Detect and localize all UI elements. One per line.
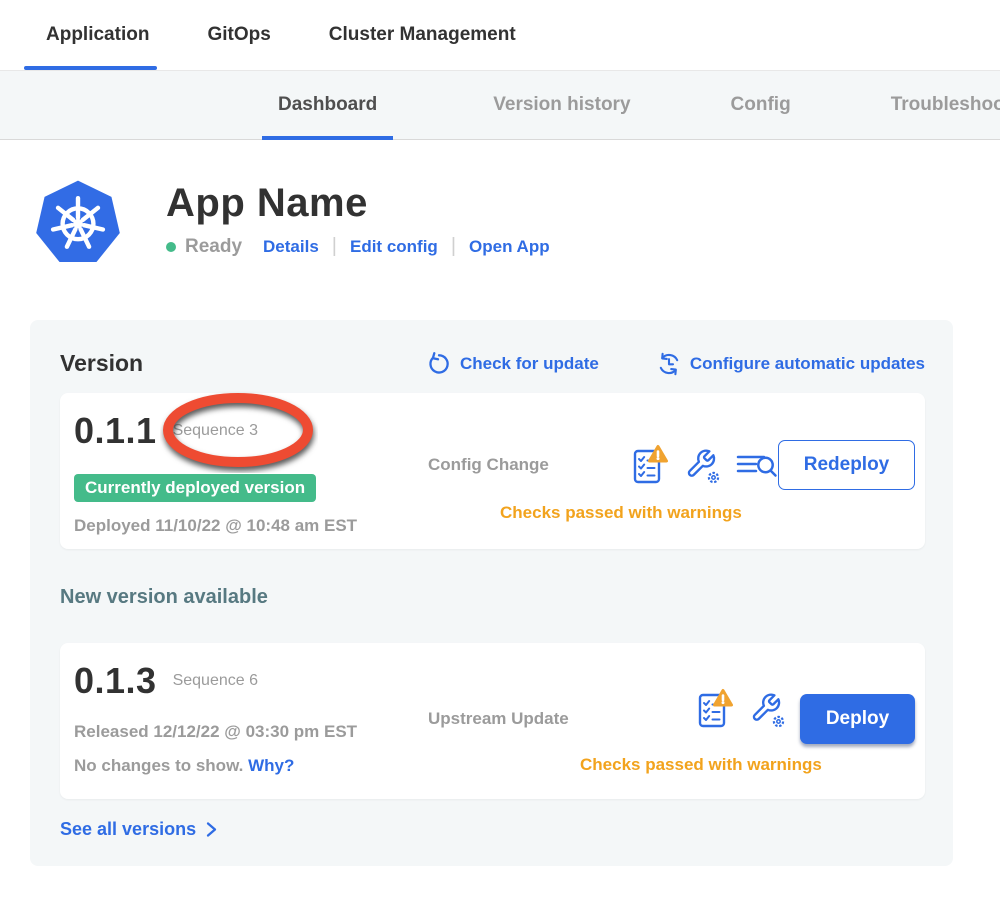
tab-troubleshoot[interactable]: Troubleshoot (891, 71, 1000, 139)
new-version-heading: New version available (60, 586, 925, 609)
page-title: App Name (166, 180, 550, 226)
nav-tab-cluster-management[interactable]: Cluster Management (323, 0, 522, 70)
version-source-label: Upstream Update (428, 709, 569, 729)
check-for-update-label: Check for update (460, 354, 599, 374)
preflight-result-text: Checks passed with warnings (500, 503, 742, 523)
currently-deployed-badge: Currently deployed version (74, 474, 316, 502)
nav-tab-application[interactable]: Application (40, 0, 155, 70)
kubernetes-logo-icon (34, 178, 122, 266)
see-all-versions-link[interactable]: See all versions (60, 819, 925, 840)
refresh-icon (427, 352, 451, 376)
edit-config-link[interactable]: Edit config (350, 237, 438, 257)
divider: | (451, 235, 456, 258)
configure-automatic-updates-link[interactable]: Configure automatic updates (657, 352, 925, 376)
current-version-number: 0.1.1 (74, 407, 157, 455)
current-version-sequence: Sequence 3 (173, 422, 258, 440)
see-all-versions-label: See all versions (60, 819, 196, 840)
config-wrench-icon[interactable] (682, 444, 722, 486)
check-for-update-link[interactable]: Check for update (427, 352, 599, 376)
version-section-title: Version (60, 350, 143, 377)
preflight-result-text: Checks passed with warnings (580, 755, 822, 775)
redeploy-button[interactable]: Redeploy (778, 440, 915, 490)
version-source-label: Config Change (428, 455, 549, 475)
status-badge: Ready (185, 236, 242, 258)
scheduled-update-icon (657, 352, 681, 376)
available-version-number: 0.1.3 (74, 657, 157, 705)
divider: | (332, 235, 337, 258)
status-dot-icon (166, 242, 176, 252)
version-panel: Version Check for update (30, 320, 953, 866)
tab-version-history[interactable]: Version history (493, 71, 630, 139)
primary-nav: Application GitOps Cluster Management (0, 0, 1000, 70)
details-link[interactable]: Details (263, 237, 319, 257)
nav-tab-gitops[interactable]: GitOps (201, 0, 276, 70)
config-wrench-icon[interactable] (747, 688, 787, 730)
preflight-checks-icon[interactable] (697, 687, 734, 730)
preflight-checks-icon[interactable] (632, 443, 669, 486)
diff-view-icon[interactable] (735, 449, 778, 481)
configure-automatic-updates-label: Configure automatic updates (690, 354, 925, 374)
no-changes-text: No changes to show. (74, 756, 243, 775)
app-sub-nav: Dashboard Version history Config Trouble… (0, 70, 1000, 140)
tab-dashboard[interactable]: Dashboard (262, 71, 393, 139)
current-version-card: 0.1.1 Sequence 3 Currently deployed vers… (60, 393, 925, 549)
chevron-right-icon (204, 821, 219, 838)
available-version-sequence: Sequence 6 (173, 672, 258, 690)
open-app-link[interactable]: Open App (469, 237, 550, 257)
why-link[interactable]: Why? (248, 756, 294, 775)
deploy-button[interactable]: Deploy (800, 694, 915, 744)
available-version-card: 0.1.3 Sequence 6 Released 12/12/22 @ 03:… (60, 643, 925, 799)
app-header: App Name Ready Details | Edit config | O… (0, 140, 1000, 266)
tab-config[interactable]: Config (731, 71, 791, 139)
